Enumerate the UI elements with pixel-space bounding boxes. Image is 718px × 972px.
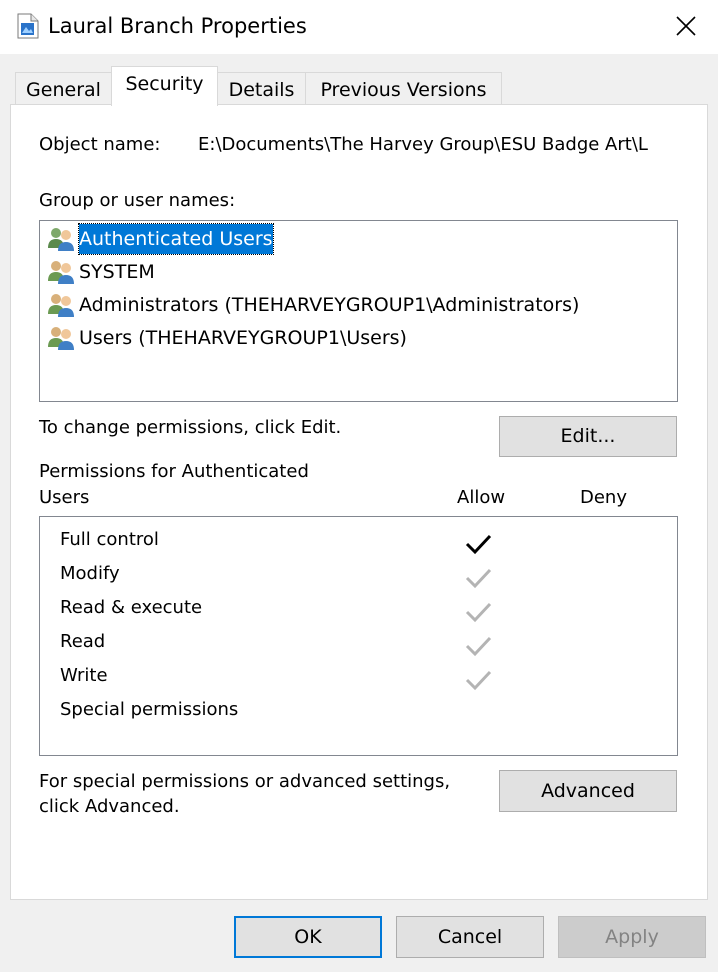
apply-button[interactable]: Apply	[558, 916, 706, 958]
user-name: SYSTEM	[79, 261, 155, 283]
permissions-for-label-line2: Users	[39, 487, 90, 508]
permission-row: Read & execute	[40, 590, 677, 624]
group-users-label: Group or user names:	[39, 190, 236, 211]
object-name-value: E:\Documents\The Harvey Group\ESU Badge …	[198, 134, 648, 155]
permission-name: Read	[60, 631, 106, 652]
permission-name: Special permissions	[60, 699, 239, 720]
permission-name: Modify	[60, 563, 120, 584]
allow-check-icon	[464, 600, 494, 624]
title-bar: Laural Branch Properties	[0, 0, 718, 54]
allow-check-icon	[464, 668, 494, 692]
properties-file-icon	[17, 13, 39, 39]
permission-row: Full control	[40, 522, 677, 556]
cancel-button[interactable]: Cancel	[396, 916, 544, 958]
list-item-administrators[interactable]: Administrators (THEHARVEYGROUP1\Administ…	[44, 288, 674, 321]
permission-name: Full control	[60, 529, 159, 550]
permission-name: Write	[60, 665, 108, 686]
advanced-button[interactable]: Advanced	[499, 770, 677, 812]
users-group-icon	[47, 292, 77, 318]
deny-column-header: Deny	[580, 487, 627, 508]
advanced-hint: For special permissions or advanced sett…	[39, 771, 451, 792]
permission-row: Modify	[40, 556, 677, 590]
list-item-users[interactable]: Users (THEHARVEYGROUP1\Users)	[44, 321, 674, 354]
tab-details[interactable]: Details	[217, 72, 306, 104]
list-item-authenticated-users[interactable]: Authenticated Users	[44, 222, 674, 255]
permission-row: Special permissions	[40, 692, 677, 726]
edit-button[interactable]: Edit...	[499, 416, 677, 457]
permission-row: Write	[40, 658, 677, 692]
change-permissions-hint: To change permissions, click Edit.	[39, 417, 342, 438]
tab-general[interactable]: General	[15, 72, 112, 104]
permission-name: Read & execute	[60, 597, 203, 618]
group-user-list[interactable]: Authenticated Users SYSTEM Administrator…	[39, 220, 678, 402]
allow-check-icon	[464, 634, 494, 658]
permissions-list[interactable]: Full control Modify Read & execute Read …	[39, 516, 678, 756]
users-group-icon	[47, 226, 77, 252]
allow-check-icon	[464, 566, 494, 590]
advanced-hint-line2: click Advanced.	[39, 796, 180, 817]
tab-previous-versions[interactable]: Previous Versions	[305, 72, 502, 104]
object-name-label: Object name:	[39, 134, 161, 155]
user-name: Authenticated Users	[78, 223, 274, 255]
user-name: Administrators (THEHARVEYGROUP1\Administ…	[79, 294, 580, 316]
list-item-system[interactable]: SYSTEM	[44, 255, 674, 288]
tab-security[interactable]: Security	[111, 66, 218, 106]
permission-row: Read	[40, 624, 677, 658]
permissions-for-label: Permissions for Authenticated	[39, 461, 309, 482]
close-icon	[676, 16, 696, 36]
ok-button[interactable]: OK	[234, 916, 382, 958]
allow-column-header: Allow	[457, 487, 506, 508]
window-title: Laural Branch Properties	[48, 14, 307, 38]
users-group-icon	[47, 259, 77, 285]
user-name: Users (THEHARVEYGROUP1\Users)	[79, 327, 407, 349]
allow-check-icon	[464, 532, 494, 556]
close-button[interactable]	[662, 4, 710, 48]
users-group-icon	[47, 325, 77, 351]
